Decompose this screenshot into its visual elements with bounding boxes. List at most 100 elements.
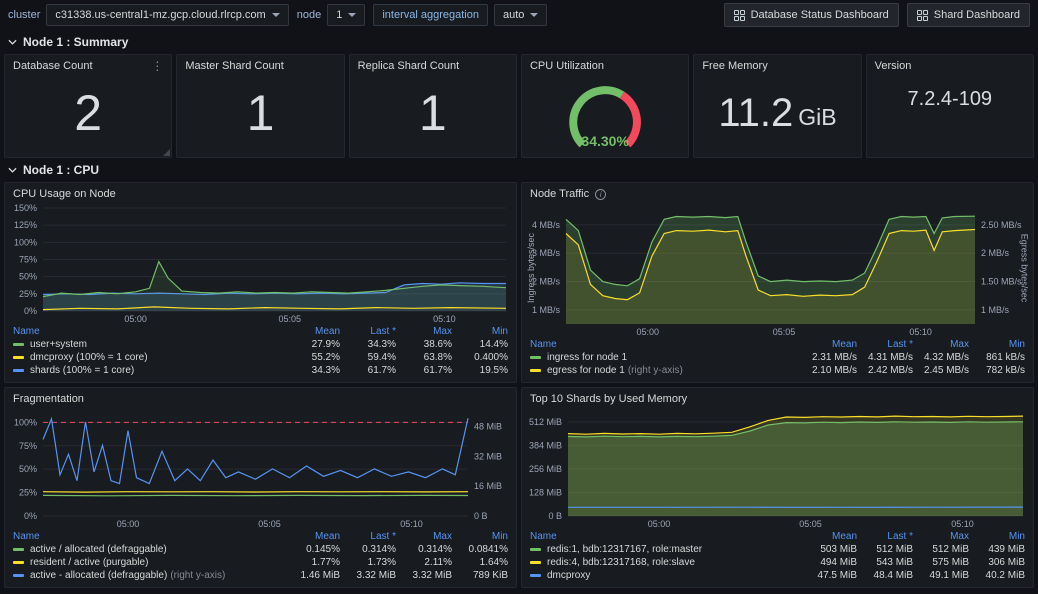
legend-column-header[interactable]: Min: [452, 530, 508, 543]
chart-canvas[interactable]: 1 MB/s2 MB/s3 MB/s4 MB/s1 MB/s1.50 MB/s2…: [522, 202, 1033, 337]
dashboard-grid-icon: [734, 10, 745, 21]
legend-cell: 494 MiB: [801, 556, 857, 569]
svg-text:75%: 75%: [19, 441, 37, 451]
legend-series-name[interactable]: redis:4, bdb:12317168, role:slave: [530, 556, 801, 569]
section-node-summary[interactable]: Node 1 : Summary: [0, 32, 1038, 52]
legend-cell: 861 kB/s: [969, 351, 1025, 364]
legend-column-header[interactable]: Last *: [857, 338, 913, 351]
legend-series-row: redis:4, bdb:12317168, role:slave494 MiB…: [530, 556, 1025, 569]
legend-series-name[interactable]: active - allocated (defraggable) (right …: [13, 569, 284, 582]
legend-column-header[interactable]: Name: [13, 325, 284, 338]
svg-text:05:00: 05:00: [124, 314, 147, 324]
legend-column-header[interactable]: Last *: [340, 530, 396, 543]
panel-top-shards-memory: Top 10 Shards by Used Memory 0 B128 MiB2…: [521, 387, 1034, 588]
gauge-value: 34.30%: [522, 133, 688, 149]
legend-column-header[interactable]: Mean: [284, 325, 340, 338]
legend-cell: 1.46 MiB: [284, 569, 340, 582]
legend-cell: 3.32 MiB: [340, 569, 396, 582]
section-node-cpu[interactable]: Node 1 : CPU: [0, 160, 1038, 180]
panel-title[interactable]: Replica Shard Count: [350, 55, 516, 74]
panel-title[interactable]: Master Shard Count: [177, 55, 343, 74]
cluster-select[interactable]: c31338.us-central1-mz.gcp.cloud.rlrcp.co…: [46, 4, 288, 26]
legend-column-header[interactable]: Name: [13, 530, 284, 543]
panel-title[interactable]: CPU Usage on Node: [5, 183, 516, 202]
legend-series-name[interactable]: dmcproxy: [530, 569, 801, 582]
legend-column-header[interactable]: Last *: [340, 325, 396, 338]
node-variable: node 1: [297, 4, 366, 26]
panel-title-text: CPU Utilization: [530, 60, 604, 72]
legend-cell: 2.42 MB/s: [857, 364, 913, 377]
legend-series-name[interactable]: dmcproxy (100% = 1 core): [13, 351, 284, 364]
summary-stat-row: Database Count ⋮ 2 Master Shard Count 1 …: [4, 54, 1034, 158]
panel-title-text: Database Count: [13, 60, 93, 72]
legend-series-name[interactable]: ingress for node 1: [530, 351, 801, 364]
chart-canvas[interactable]: 0%25%50%75%100%0 B16 MiB32 MiB48 MiB05:0…: [5, 407, 516, 529]
chart-legend: NameMeanLast *MaxMin ingress for node 1 2.…: [522, 337, 1033, 382]
legend-series-row: resident / active (purgable)1.77%1.73%2.…: [13, 556, 508, 569]
cpu-gauge: 34.30%: [522, 74, 688, 157]
legend-cell: 63.8%: [396, 351, 452, 364]
legend-column-header[interactable]: Max: [396, 325, 452, 338]
legend-column-header[interactable]: Mean: [801, 530, 857, 543]
legend-column-header[interactable]: Max: [913, 530, 969, 543]
legend-cell: 47.5 MiB: [801, 569, 857, 582]
legend-cell: 61.7%: [396, 364, 452, 377]
database-status-dashboard-button[interactable]: Database Status Dashboard: [724, 3, 899, 27]
legend-column-header[interactable]: Mean: [801, 338, 857, 351]
svg-text:05:10: 05:10: [433, 314, 456, 324]
legend-column-header[interactable]: Max: [913, 338, 969, 351]
node-select[interactable]: 1: [327, 4, 365, 26]
panel-title-text: Master Shard Count: [185, 60, 283, 72]
panel-title[interactable]: Free Memory: [694, 55, 860, 74]
chart-canvas[interactable]: 0 B128 MiB256 MiB384 MiB512 MiB05:0005:0…: [522, 407, 1033, 529]
panel-title[interactable]: Fragmentation: [5, 388, 516, 407]
legend-series-name[interactable]: redis:1, bdb:12317167, role:master: [530, 543, 801, 556]
legend-series-name[interactable]: shards (100% = 1 core): [13, 364, 284, 377]
legend-column-header[interactable]: Name: [530, 338, 801, 351]
legend-series-name[interactable]: resident / active (purgable): [13, 556, 284, 569]
panel-resize-handle[interactable]: [163, 149, 170, 156]
node-label: node: [297, 9, 321, 21]
legend-column-header[interactable]: Max: [396, 530, 452, 543]
panel-menu-icon[interactable]: ⋮: [151, 61, 163, 71]
panel-title-text: Node Traffic: [530, 188, 589, 200]
legend-column-header[interactable]: Mean: [284, 530, 340, 543]
legend-column-header[interactable]: Min: [969, 338, 1025, 351]
svg-text:100%: 100%: [14, 417, 37, 427]
info-icon[interactable]: i: [595, 189, 606, 200]
legend-series-name[interactable]: user+system: [13, 338, 284, 351]
svg-text:25%: 25%: [19, 488, 37, 498]
legend-column-header[interactable]: Min: [452, 325, 508, 338]
svg-text:05:10: 05:10: [951, 519, 974, 529]
panel-title[interactable]: Database Count ⋮: [5, 55, 171, 74]
panel-title[interactable]: CPU Utilization: [522, 55, 688, 74]
legend-cell: 4.32 MB/s: [913, 351, 969, 364]
stat-value: 1: [247, 88, 275, 138]
legend-series-row: redis:1, bdb:12317167, role:master503 Mi…: [530, 543, 1025, 556]
panel-title[interactable]: Node Traffic i: [522, 183, 1033, 202]
interval-value: auto: [503, 9, 524, 21]
button-label: Database Status Dashboard: [751, 9, 889, 21]
legend-column-header[interactable]: Min: [969, 530, 1025, 543]
panel-title[interactable]: Top 10 Shards by Used Memory: [522, 388, 1033, 407]
panel-title[interactable]: Version: [867, 55, 1033, 74]
cluster-variable: cluster c31338.us-central1-mz.gcp.cloud.…: [8, 4, 289, 26]
interval-variable: interval aggregation auto: [373, 4, 547, 26]
chart-canvas[interactable]: 0%25%50%75%100%125%150%05:0005:0505:10: [5, 202, 516, 324]
svg-text:1 MB/s: 1 MB/s: [981, 305, 1010, 315]
interval-select[interactable]: auto: [494, 4, 547, 26]
panel-cpu-usage: CPU Usage on Node percents 0%25%50%75%10…: [4, 182, 517, 383]
chart-legend: NameMeanLast *MaxMinredis:1, bdb:1231716…: [522, 529, 1033, 587]
legend-cell: 4.31 MB/s: [857, 351, 913, 364]
panel-database-count: Database Count ⋮ 2: [4, 54, 172, 158]
svg-text:4 MB/s: 4 MB/s: [532, 220, 561, 230]
legend-series-name[interactable]: egress for node 1 (right y-axis): [530, 364, 801, 377]
legend-cell: 27.9%: [284, 338, 340, 351]
legend-column-header[interactable]: Last *: [857, 530, 913, 543]
panel-version: Version 7.2.4-109: [866, 54, 1034, 158]
svg-text:2 MB/s: 2 MB/s: [981, 248, 1010, 258]
shard-dashboard-button[interactable]: Shard Dashboard: [907, 3, 1030, 27]
svg-text:50%: 50%: [19, 272, 37, 282]
legend-series-name[interactable]: active / allocated (defraggable): [13, 543, 284, 556]
legend-column-header[interactable]: Name: [530, 530, 801, 543]
